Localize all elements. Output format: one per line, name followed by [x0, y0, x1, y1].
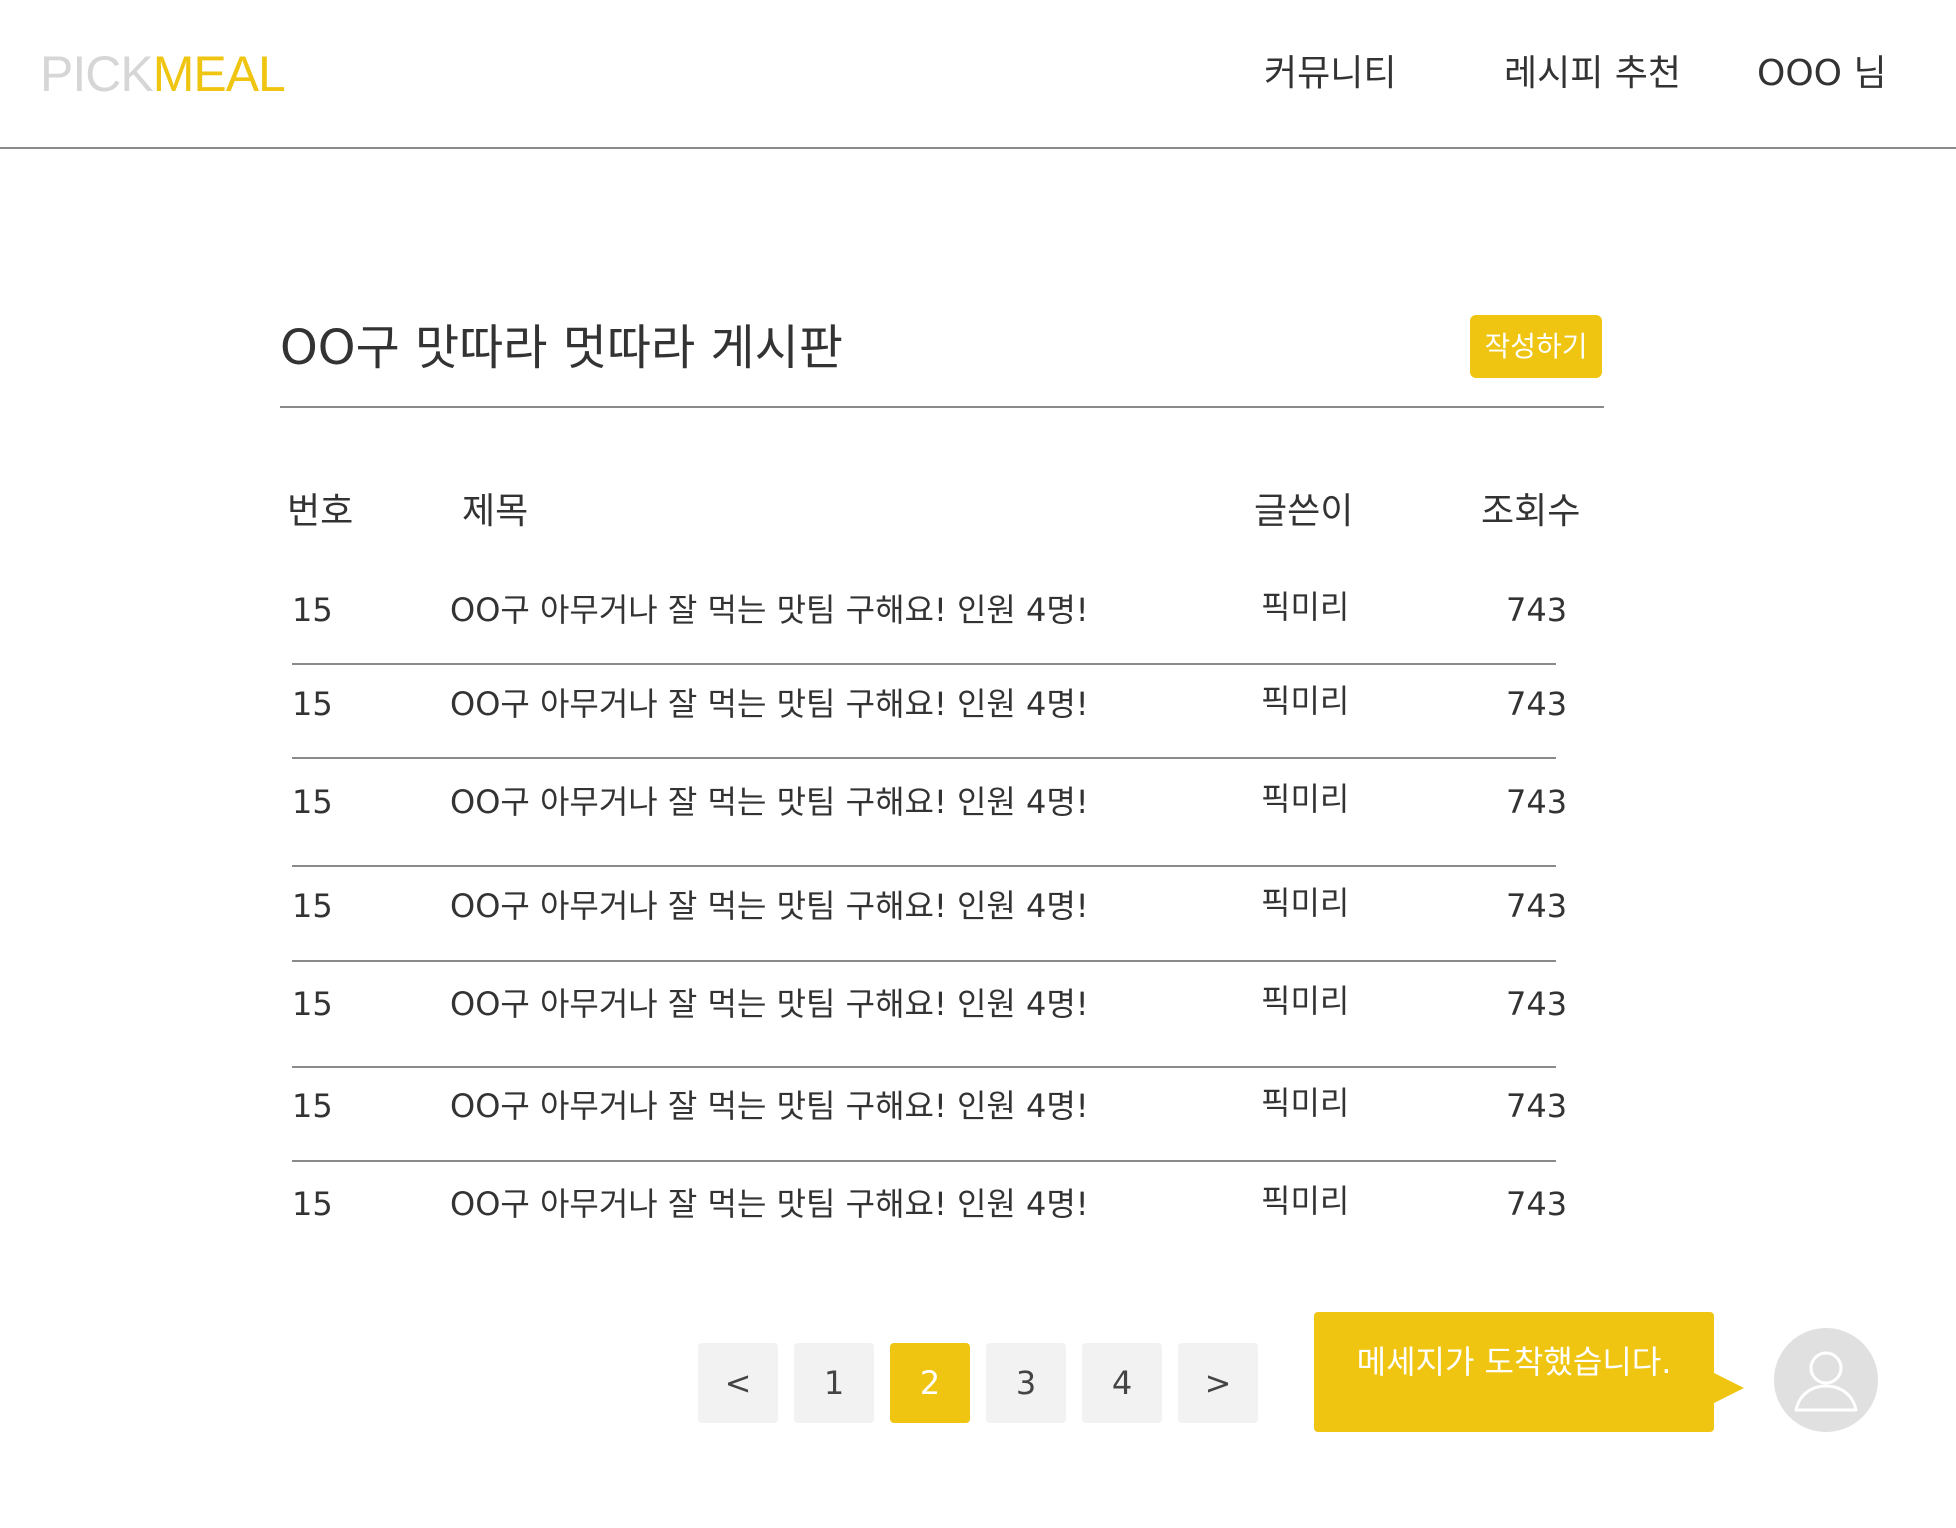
- row-divider: [292, 1066, 1556, 1068]
- row-writer: 픽미리: [1261, 884, 1350, 922]
- row-title[interactable]: OO구 아무거나 잘 먹는 맛팀 구해요! 인원 4명!: [450, 884, 1089, 928]
- row-views: 743: [1506, 1087, 1568, 1125]
- logo-meal: MEAL: [152, 46, 286, 102]
- pagination-page-3[interactable]: 3: [986, 1343, 1066, 1423]
- row-divider: [292, 960, 1556, 962]
- row-number: 15: [292, 783, 333, 821]
- row-divider: [292, 663, 1556, 665]
- row-writer: 픽미리: [1261, 682, 1350, 720]
- row-title[interactable]: OO구 아무거나 잘 먹는 맛팀 구해요! 인원 4명!: [450, 682, 1089, 726]
- table-row[interactable]: 15 OO구 아무거나 잘 먹는 맛팀 구해요! 인원 4명! 픽미리 743: [292, 1084, 1567, 1176]
- avatar[interactable]: [1774, 1328, 1878, 1432]
- row-views: 743: [1506, 685, 1568, 723]
- pagination-prev-button[interactable]: <: [698, 1343, 778, 1423]
- row-writer: 픽미리: [1261, 780, 1350, 818]
- row-divider: [292, 1160, 1556, 1162]
- pagination-page-4[interactable]: 4: [1082, 1343, 1162, 1423]
- row-divider: [292, 865, 1556, 867]
- row-title[interactable]: OO구 아무거나 잘 먹는 맛팀 구해요! 인원 4명!: [450, 780, 1089, 824]
- row-writer: 픽미리: [1261, 588, 1350, 626]
- pagination-page-1[interactable]: 1: [794, 1343, 874, 1423]
- column-header-writer: 글쓴이: [1254, 491, 1354, 532]
- row-divider: [292, 757, 1556, 759]
- row-writer: 픽미리: [1261, 1182, 1350, 1220]
- column-header-views: 조회수: [1481, 491, 1581, 532]
- table-row[interactable]: 15 OO구 아무거나 잘 먹는 맛팀 구해요! 인원 4명! 픽미리 743: [292, 884, 1567, 976]
- row-writer: 픽미리: [1261, 1084, 1350, 1122]
- row-number: 15: [292, 887, 333, 925]
- message-notification[interactable]: 메세지가 도착했습니다.: [1314, 1312, 1714, 1432]
- nav-community[interactable]: 커뮤니티: [1264, 50, 1396, 98]
- nav-recipe[interactable]: 레시피 추천: [1504, 50, 1681, 98]
- row-views: 743: [1506, 1185, 1568, 1223]
- table-row[interactable]: 15 OO구 아무거나 잘 먹는 맛팀 구해요! 인원 4명! 픽미리 743: [292, 588, 1567, 680]
- row-number: 15: [292, 1087, 333, 1125]
- table-row[interactable]: 15 OO구 아무거나 잘 먹는 맛팀 구해요! 인원 4명! 픽미리 743: [292, 780, 1567, 872]
- row-title[interactable]: OO구 아무거나 잘 먹는 맛팀 구해요! 인원 4명!: [450, 1182, 1089, 1226]
- pagination-next-button[interactable]: >: [1178, 1343, 1258, 1423]
- row-views: 743: [1506, 591, 1568, 629]
- row-number: 15: [292, 985, 333, 1023]
- write-button[interactable]: 작성하기: [1470, 315, 1602, 378]
- row-title[interactable]: OO구 아무거나 잘 먹는 맛팀 구해요! 인원 4명!: [450, 1084, 1089, 1128]
- row-writer: 픽미리: [1261, 982, 1350, 1020]
- row-number: 15: [292, 685, 333, 723]
- column-header-title: 제목: [462, 491, 529, 532]
- page: PICKMEAL 커뮤니티 레시피 추천 OOO 님 OO구 맛따라 멋따라 게…: [0, 0, 1956, 1528]
- row-title[interactable]: OO구 아무거나 잘 먹는 맛팀 구해요! 인원 4명!: [450, 982, 1089, 1026]
- logo[interactable]: PICKMEAL: [40, 46, 286, 102]
- row-views: 743: [1506, 887, 1568, 925]
- row-number: 15: [292, 591, 333, 629]
- nav-user-menu[interactable]: OOO 님: [1757, 50, 1887, 98]
- header: PICKMEAL 커뮤니티 레시피 추천 OOO 님: [0, 0, 1956, 149]
- row-title[interactable]: OO구 아무거나 잘 먹는 맛팀 구해요! 인원 4명!: [450, 588, 1089, 632]
- title-divider: [280, 406, 1604, 408]
- column-header-number: 번호: [287, 491, 354, 532]
- table-row[interactable]: 15 OO구 아무거나 잘 먹는 맛팀 구해요! 인원 4명! 픽미리 743: [292, 682, 1567, 774]
- pagination-page-2-current[interactable]: 2: [890, 1343, 970, 1423]
- logo-pick: PICK: [40, 46, 154, 102]
- row-number: 15: [292, 1185, 333, 1223]
- message-bubble-tail: [1712, 1372, 1744, 1404]
- row-views: 743: [1506, 985, 1568, 1023]
- row-views: 743: [1506, 783, 1568, 821]
- table-row[interactable]: 15 OO구 아무거나 잘 먹는 맛팀 구해요! 인원 4명! 픽미리 743: [292, 982, 1567, 1074]
- user-avatar-icon: [1794, 1351, 1858, 1412]
- table-row[interactable]: 15 OO구 아무거나 잘 먹는 맛팀 구해요! 인원 4명! 픽미리 743: [292, 1182, 1567, 1274]
- page-title: OO구 맛따라 멋따라 게시판: [280, 320, 843, 376]
